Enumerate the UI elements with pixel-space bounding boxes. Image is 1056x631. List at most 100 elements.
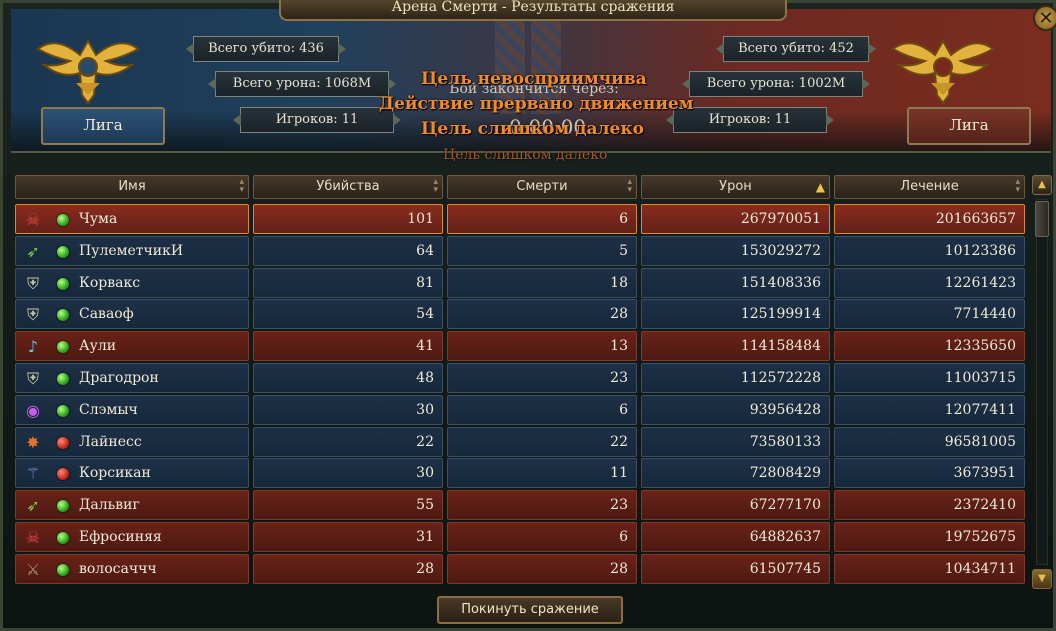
- cell-name: ◉ Слэмыч: [15, 394, 249, 425]
- shield-icon: ⛨: [26, 305, 39, 325]
- cell-healing: 201663657: [834, 204, 1025, 234]
- cell-healing: 11003715: [834, 363, 1025, 393]
- cell-kills: 55: [253, 490, 443, 521]
- right-total-damage: Всего урона: 1002M: [682, 71, 870, 97]
- kills-value: 30: [416, 401, 434, 418]
- status-green-icon: [57, 214, 69, 226]
- cell-name: ☠ Ефросиняя: [15, 522, 249, 552]
- results-table: Имя ▴ ▾ Убийства ▴ ▾ Смерти ▴ ▾ Урон ▲ Лечение ▴ …: [11, 171, 1029, 587]
- healing-value: 12261423: [944, 274, 1016, 291]
- cell-name: ☠ Чума: [15, 204, 249, 234]
- combat-message-1: Цель невосприимчива: [421, 69, 647, 89]
- cell-damage: 67277170: [641, 490, 830, 521]
- column-header-damage[interactable]: Урон ▲: [641, 175, 830, 199]
- table-row[interactable]: ✸ Лайнесс 22 22 73580133 96581005: [11, 426, 1029, 457]
- sword-icon: ⚔: [25, 559, 41, 579]
- close-icon[interactable]: ✕: [1033, 5, 1056, 31]
- scrollbar-track[interactable]: [1036, 199, 1048, 565]
- combat-message-faded: Цель слишком далеко: [443, 147, 608, 163]
- cell-kills: 41: [253, 331, 443, 362]
- name-value: Корвакс: [79, 274, 141, 291]
- cell-name: ✸ Лайнесс: [15, 426, 249, 457]
- name-value: Лайнесс: [79, 433, 142, 450]
- damage-value: 153029272: [740, 242, 821, 259]
- cell-damage: 61507745: [641, 553, 830, 584]
- column-header-kills[interactable]: Убийства ▴ ▾: [253, 175, 443, 199]
- name-value: Аули: [79, 338, 117, 355]
- eye-icon: ◉: [26, 400, 40, 420]
- table-row[interactable]: ⛨ Саваоф 54 28 125199914 7714440: [11, 299, 1029, 330]
- deaths-value: 6: [619, 529, 628, 545]
- deaths-value: 28: [610, 306, 628, 323]
- cell-damage: 125199914: [641, 299, 830, 330]
- cell-deaths: 18: [447, 267, 637, 298]
- cell-name: ⛨ Саваоф: [15, 299, 249, 330]
- table-row[interactable]: ☠ Чума 101 6 267970051 201663657: [11, 204, 1029, 234]
- damage-value: 72808429: [749, 465, 821, 482]
- league-emblem-right-icon: [891, 38, 995, 105]
- window-title: Арена Смерти - Результаты сражения: [279, 0, 787, 21]
- cell-damage: 64882637: [641, 522, 830, 552]
- kills-value: 55: [416, 497, 434, 514]
- damage-value: 61507745: [749, 560, 821, 577]
- left-team-name: Лига: [41, 107, 165, 145]
- table-row[interactable]: ♪ Аули 41 13 114158484 12335650: [11, 331, 1029, 362]
- cell-name: ⚔ волосаччч: [15, 553, 249, 584]
- cell-damage: 93956428: [641, 394, 830, 425]
- name-value: Дальвиг: [79, 497, 140, 514]
- table-row[interactable]: ➶ Дальвиг 55 23 67277170 2372410: [11, 490, 1029, 521]
- damage-value: 67277170: [749, 497, 821, 514]
- battle-results-window: Лига Лига Всего убито: 436 Всего урона: …: [0, 0, 1056, 631]
- cell-name: ⛨ Корвакс: [15, 267, 249, 298]
- healing-value: 11003715: [944, 370, 1016, 386]
- scroll-up-button[interactable]: ▲: [1032, 175, 1052, 195]
- name-value: Драгодрон: [79, 370, 159, 386]
- name-value: Корсикан: [79, 465, 151, 482]
- arrow-icon: ➶: [26, 496, 40, 516]
- cell-kills: 22: [253, 426, 443, 457]
- status-green-icon: [57, 245, 69, 258]
- deaths-value: 13: [610, 338, 628, 355]
- table-row[interactable]: ⛨ Драгодрон 48 23 112572228 11003715: [11, 363, 1029, 393]
- healing-value: 2372410: [953, 497, 1016, 514]
- status-green-icon: [57, 404, 69, 417]
- damage-value: 114158484: [740, 338, 821, 355]
- scrollbar-thumb[interactable]: [1035, 201, 1049, 237]
- shield-icon: ⛨: [26, 369, 39, 388]
- kills-value: 28: [416, 560, 434, 577]
- cell-deaths: 6: [447, 204, 637, 234]
- status-red-icon: [57, 468, 69, 481]
- deaths-value: 28: [610, 560, 628, 577]
- cell-kills: 30: [253, 458, 443, 489]
- table-row[interactable]: ☠ Ефросиняя 31 6 64882637 19752675: [11, 522, 1029, 552]
- column-header-healing[interactable]: Лечение ▴ ▾: [834, 175, 1025, 199]
- column-header-label: Урон: [719, 179, 752, 194]
- status-green-icon: [57, 563, 69, 576]
- table-row[interactable]: ➶ ПулеметчикИ 64 5 153029272 10123386: [11, 235, 1029, 266]
- kills-value: 48: [416, 370, 434, 386]
- healing-value: 12335650: [944, 338, 1016, 355]
- kills-value: 22: [416, 433, 434, 450]
- cell-healing: 2372410: [834, 490, 1025, 521]
- column-header-name[interactable]: Имя ▴ ▾: [15, 175, 249, 199]
- cell-name: ⚚ Корсикан: [15, 458, 249, 489]
- deaths-value: 18: [610, 274, 628, 291]
- column-header-deaths[interactable]: Смерти ▴ ▾: [447, 175, 637, 199]
- table-row[interactable]: ⚔ волосаччч 28 28 61507745 10434711: [11, 553, 1029, 584]
- deaths-value: 11: [610, 465, 628, 482]
- cell-kills: 81: [253, 267, 443, 298]
- table-row[interactable]: ⛨ Корвакс 81 18 151408336 12261423: [11, 267, 1029, 298]
- status-green-icon: [57, 277, 69, 290]
- table-row[interactable]: ⚚ Корсикан 30 11 72808429 3673951: [11, 458, 1029, 489]
- shield-icon: ⛨: [26, 273, 39, 293]
- scroll-down-button[interactable]: ▼: [1032, 569, 1052, 589]
- leave-battle-button[interactable]: Покинуть сражение: [437, 596, 623, 624]
- cell-kills: 31: [253, 522, 443, 552]
- table-row[interactable]: ◉ Слэмыч 30 6 93956428 12077411: [11, 394, 1029, 425]
- combat-message-2: Действие прервано движением: [379, 94, 694, 114]
- cell-healing: 12335650: [834, 331, 1025, 362]
- kills-value: 81: [416, 274, 434, 291]
- healing-value: 10434711: [944, 560, 1016, 577]
- left-total-kills: Всего убито: 436: [186, 36, 346, 62]
- healing-value: 12077411: [944, 401, 1016, 418]
